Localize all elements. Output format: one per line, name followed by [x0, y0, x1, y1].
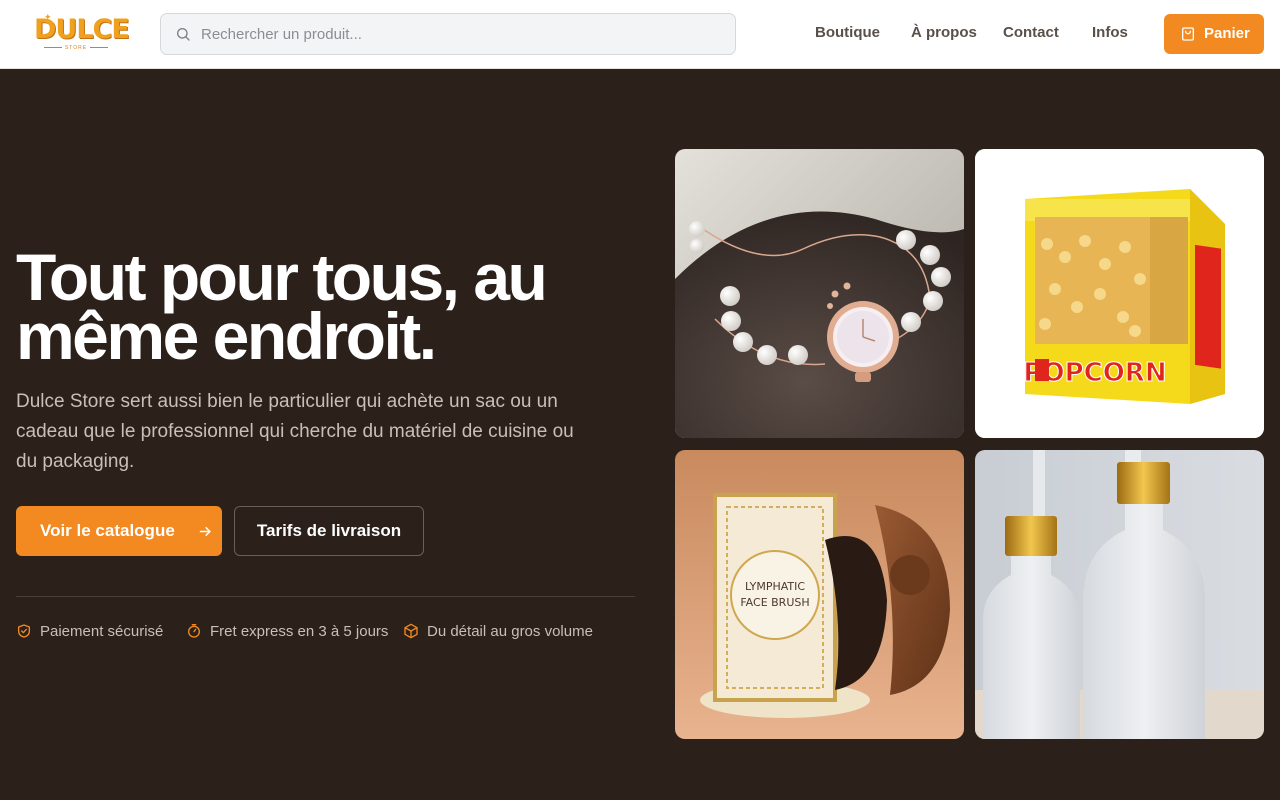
face-brush-illustration: LYMPHATIC FACE BRUSH	[675, 450, 964, 739]
hero-title: Tout pour tous, au même endroit.	[16, 240, 548, 373]
popcorn-machine-illustration: POPCORN	[975, 149, 1264, 438]
cart-label: Panier	[1204, 25, 1250, 42]
nav-link-infos[interactable]: Infos	[1092, 24, 1128, 41]
shipping-rates-button[interactable]: Tarifs de livraison	[234, 506, 424, 556]
feature-secure-payment: Paiement sécurisé	[16, 622, 176, 642]
nav-link-boutique[interactable]: Boutique	[815, 24, 880, 41]
timer-icon	[188, 624, 200, 638]
nav-link-contact[interactable]: Contact	[1003, 24, 1059, 41]
catalogue-button-label: Voir le catalogue	[40, 521, 175, 540]
product-image-popcorn-machine[interactable]: POPCORN	[975, 149, 1264, 438]
logo-wordmark: DULCE	[34, 14, 130, 45]
glass-bottles-illustration	[975, 450, 1264, 739]
brand-logo[interactable]: ✦ DULCE STORE	[34, 12, 130, 56]
search-input[interactable]	[201, 14, 721, 54]
hero-divider	[16, 596, 635, 597]
brush-box-label-2: FACE BRUSH	[740, 596, 809, 609]
box-icon	[404, 623, 418, 639]
feature-text: Paiement sécurisé	[40, 623, 164, 640]
product-image-pearl-watch[interactable]	[675, 149, 964, 438]
nav-link-about[interactable]: À propos	[911, 24, 977, 41]
search-icon	[177, 28, 190, 41]
cart-button[interactable]: Panier	[1164, 14, 1264, 54]
feature-express-shipping: Fret express en 3 à 5 jours	[186, 622, 389, 642]
shopping-bag-icon	[1182, 27, 1194, 41]
product-image-glass-bottles[interactable]	[975, 450, 1264, 739]
feature-bulk-volume: Du détail au gros volume	[403, 622, 603, 642]
shield-check-icon	[18, 624, 30, 638]
product-image-face-brush[interactable]: LYMPHATIC FACE BRUSH	[675, 450, 964, 739]
feature-text: Du détail au gros volume	[427, 623, 593, 640]
pearl-watch-illustration	[675, 149, 964, 438]
arrow-right-icon	[199, 526, 211, 537]
hero-description: Dulce Store sert aussi bien le particuli…	[16, 391, 574, 472]
logo-subtitle: STORE	[34, 45, 118, 51]
feature-text: Fret express en 3 à 5 jours	[210, 623, 389, 640]
brush-box-label-1: LYMPHATIC	[745, 580, 805, 593]
search-bar[interactable]	[160, 13, 736, 55]
catalogue-button[interactable]: Voir le catalogue	[16, 506, 222, 556]
site-header: ✦ DULCE STORE Boutique À propos Contact …	[0, 0, 1280, 69]
